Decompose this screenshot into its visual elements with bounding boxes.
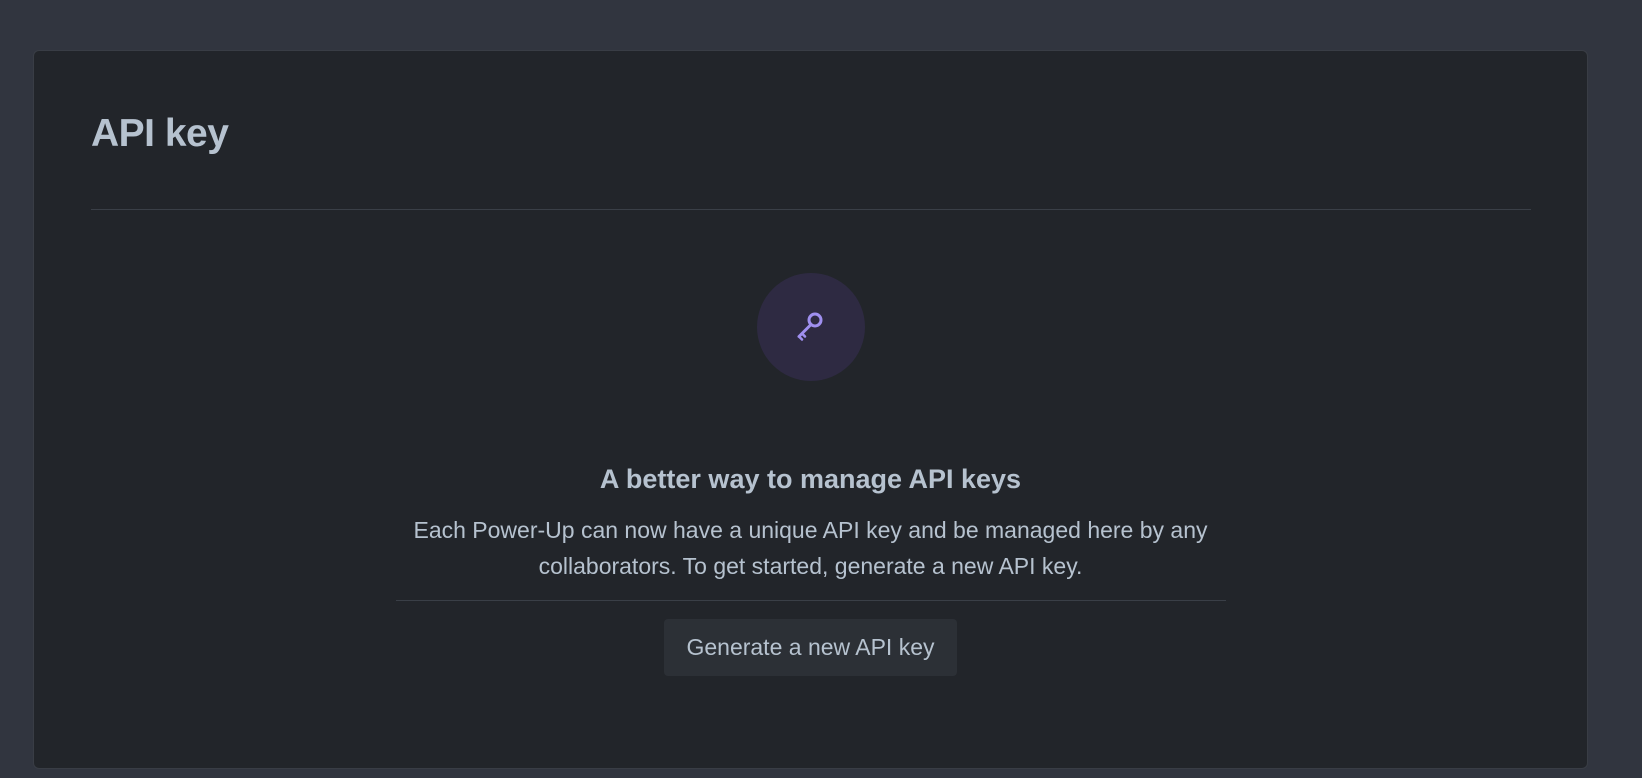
page-title: API key <box>91 111 229 155</box>
empty-state: A better way to manage API keys Each Pow… <box>34 273 1587 676</box>
generate-api-key-button[interactable]: Generate a new API key <box>664 619 957 676</box>
key-icon-badge <box>756 273 865 381</box>
api-key-panel: API key A better way to manage API keys … <box>33 50 1588 769</box>
header-divider <box>91 209 1531 210</box>
panel-header: API key <box>91 109 229 157</box>
empty-state-heading: A better way to manage API keys <box>599 464 1022 494</box>
key-icon <box>797 312 822 341</box>
empty-state-description: Each Power-Up can now have a unique API … <box>413 517 1208 579</box>
content-divider <box>395 600 1226 601</box>
